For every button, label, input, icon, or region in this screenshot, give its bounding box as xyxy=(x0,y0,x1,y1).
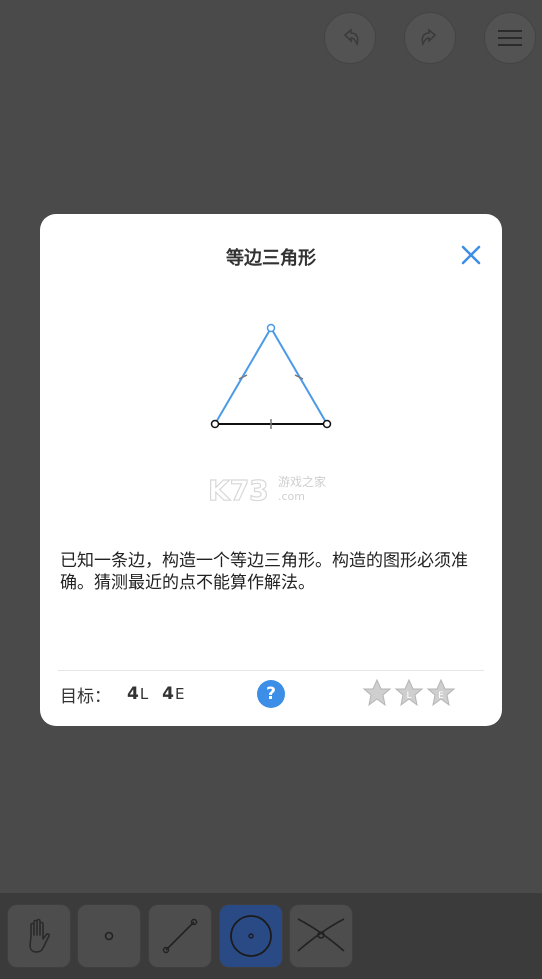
svg-text:L: L xyxy=(406,691,411,701)
tool-circle[interactable] xyxy=(219,904,283,968)
hamburger-menu-icon xyxy=(498,30,522,46)
star-icon: L xyxy=(394,678,424,707)
redo-button[interactable] xyxy=(404,12,456,64)
svg-text:游戏之家: 游戏之家 xyxy=(278,474,326,489)
intersect-icon xyxy=(297,918,345,952)
svg-text:.com: .com xyxy=(278,490,305,503)
undo-button[interactable] xyxy=(324,12,376,64)
tool-move[interactable] xyxy=(7,904,71,968)
star-icon xyxy=(362,678,392,707)
redo-arrow-icon xyxy=(421,28,437,47)
tool-point[interactable] xyxy=(77,904,141,968)
svg-text:E: E xyxy=(438,691,444,701)
circle-icon xyxy=(230,915,272,957)
star-rating: L E xyxy=(362,678,456,708)
dialog-title: 等边三角形 xyxy=(226,248,316,269)
watermark-logo: K73 游戏之家 .com xyxy=(207,473,326,506)
undo-arrow-icon xyxy=(343,28,359,47)
close-button[interactable] xyxy=(458,242,484,268)
close-x-icon xyxy=(461,245,481,265)
hand-icon xyxy=(29,918,50,953)
help-button[interactable]: ? xyxy=(257,680,285,708)
level-description: 已知一条边，构造一个等边三角形。构造的图形必须准确。猜测最近的点不能算作解法。 xyxy=(60,551,468,593)
svg-text:K73: K73 xyxy=(208,474,269,506)
level-dialog: 等边三角形 K73 游戏之家 .com 已知一条边，构造一个等边三角形。构造的图… xyxy=(40,214,502,726)
goal-label: 目标： xyxy=(60,686,111,707)
goal-value: 4L 4E xyxy=(127,684,186,704)
menu-button[interactable] xyxy=(484,12,536,64)
star-icon: E xyxy=(426,678,456,707)
equilateral-triangle-illustration xyxy=(210,323,332,429)
line-icon xyxy=(162,918,198,954)
tool-line[interactable] xyxy=(148,904,212,968)
divider xyxy=(58,670,484,671)
tool-intersect[interactable] xyxy=(289,904,353,968)
goal-row: 目标： 4L 4E xyxy=(60,682,186,707)
point-icon xyxy=(104,931,114,941)
